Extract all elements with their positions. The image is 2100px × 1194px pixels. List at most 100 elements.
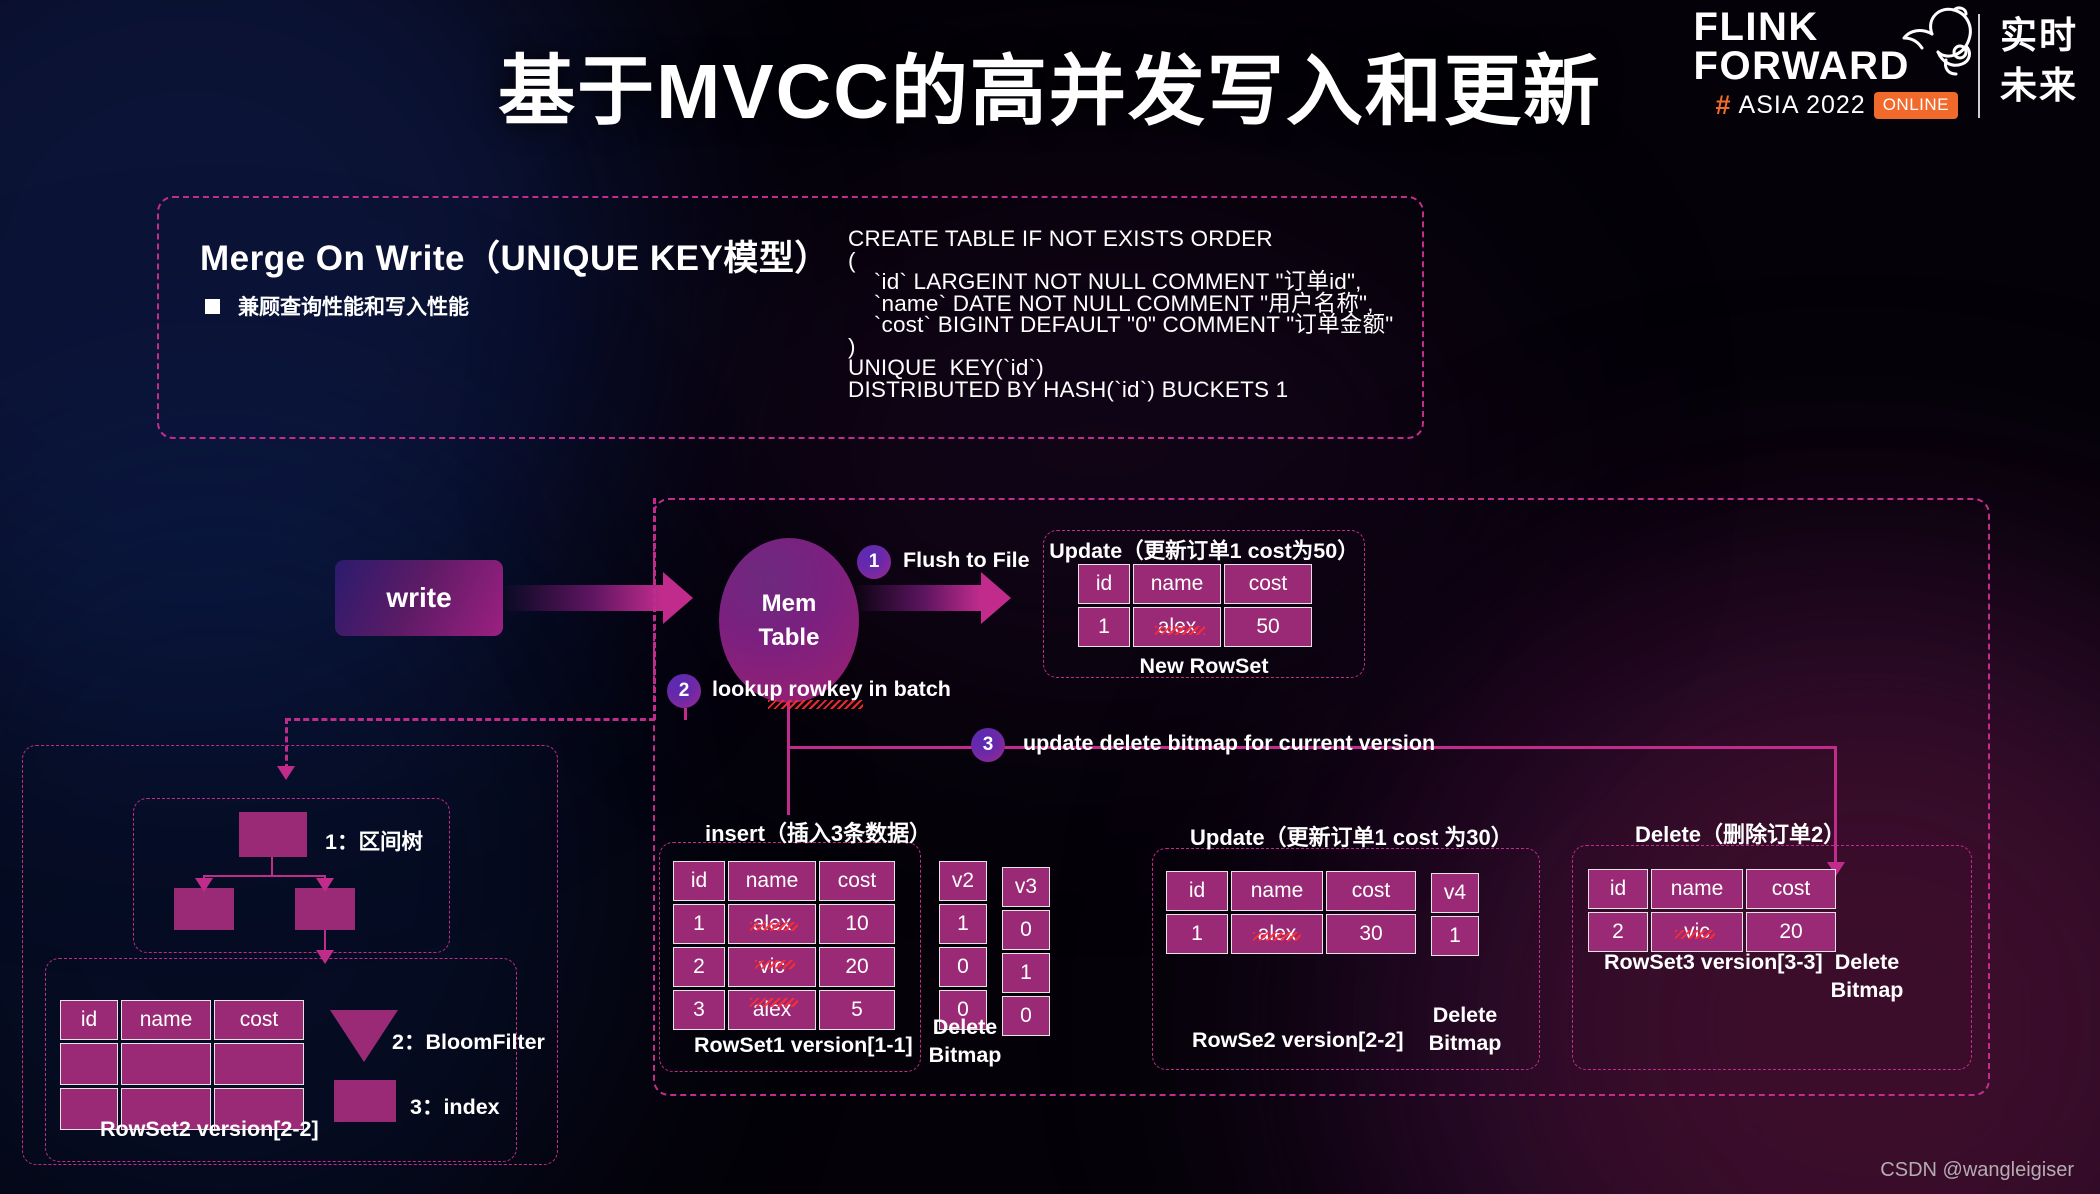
bullet-square-icon	[205, 298, 220, 314]
cell-name: alex	[728, 990, 816, 1030]
bitmap-header-row: v4	[1431, 873, 1479, 913]
update-bitmap-caption-line1: Delete	[1432, 1003, 1498, 1027]
cell-cost	[214, 1043, 304, 1085]
insert-bitmap-caption-line2: Bitmap	[928, 1043, 1002, 1067]
bitmap-cell: 0	[939, 947, 987, 987]
delete-section-title: Delete（删除订单2）	[1635, 822, 1846, 847]
bitmap-cell: 0	[1002, 910, 1050, 950]
bitmap-row: 0	[1002, 910, 1050, 950]
col-name: name	[121, 1000, 211, 1040]
logo-online-badge: ONLINE	[1873, 92, 1958, 119]
tree-right-arrow	[316, 878, 334, 892]
step-2-number: 2	[678, 680, 690, 701]
write-box: write	[335, 560, 503, 636]
cell-cost: 30	[1326, 914, 1416, 954]
step-2-label: lookup rowkey in batch	[712, 677, 951, 701]
spellcheck-squiggle-alex-newrowset	[1155, 626, 1205, 635]
step2-stub	[684, 708, 687, 720]
bitmap-version: v4	[1431, 873, 1479, 913]
col-name: name	[1231, 871, 1323, 911]
bloomfilter-legend-label: 2：BloomFilter	[392, 1030, 545, 1054]
create-table-sql: CREATE TABLE IF NOT EXISTS ORDER ( `id` …	[848, 226, 1394, 402]
lookup-arrow-head	[277, 766, 295, 780]
spellcheck-squiggle-vic-1	[755, 960, 795, 969]
rowset3-table: id name cost 2 vic 20	[1585, 866, 1839, 955]
mem-table-label-line2: Table	[758, 623, 820, 651]
insert-bitmap-v2: v2 1 0 0	[936, 858, 990, 1033]
delete-bitmap-caption-line2: Bitmap	[1830, 978, 1904, 1002]
insert-section-title: insert（插入3条数据）	[705, 821, 932, 846]
spellcheck-squiggle-alex-update	[1253, 932, 1301, 941]
spellcheck-squiggle-vic-delete	[1675, 930, 1715, 939]
bitmap-row: 1	[1431, 916, 1479, 956]
tree-branch-bar	[203, 875, 326, 877]
col-name: name	[728, 861, 816, 901]
new-rowset-table: id name cost 1 alex 50	[1075, 561, 1315, 650]
rowset2-table: id name cost	[57, 997, 307, 1133]
col-cost: cost	[1326, 871, 1416, 911]
bitmap-cell: 1	[939, 904, 987, 944]
col-id: id	[673, 861, 725, 901]
cell-cost: 10	[819, 904, 895, 944]
col-name: name	[1651, 869, 1743, 909]
new-rowset-caption: New RowSet	[1139, 654, 1269, 678]
bitmap-header-row: v2	[939, 861, 987, 901]
insert-bitmap-v3: v3 0 1 0	[999, 864, 1053, 1039]
merge-on-write-bullet: 兼顾查询性能和写入性能	[205, 291, 469, 321]
bitmap-header-row: v3	[1002, 867, 1050, 907]
col-id: id	[1166, 871, 1228, 911]
new-rowset-title: Update（更新订单1 cost为50）	[1049, 539, 1359, 563]
mem-table-label-line1: Mem	[761, 589, 817, 617]
insert-bitmap-caption-line1: Delete	[932, 1015, 998, 1039]
hash-icon: #	[1715, 90, 1731, 120]
step-1-number: 1	[868, 551, 880, 572]
update-bitmap-caption-line2: Bitmap	[1428, 1031, 1502, 1055]
step-3-badge: 3	[971, 728, 1005, 762]
cell-id: 1	[1078, 607, 1130, 647]
lookup-dashed-down	[285, 718, 288, 770]
cell-id: 1	[1166, 914, 1228, 954]
table-row: 3 alex 5	[673, 990, 895, 1030]
bloomfilter-icon	[330, 1010, 398, 1062]
write-label: write	[386, 582, 452, 613]
rowset1-caption: RowSet1 version[1-1]	[694, 1033, 913, 1057]
step-1-badge: 1	[857, 545, 891, 579]
col-name: name	[1133, 564, 1221, 604]
table-header-row: id name cost	[1588, 869, 1836, 909]
table-row	[60, 1043, 304, 1085]
lookup-dashed-vertical	[653, 498, 656, 720]
cell-id	[60, 1043, 118, 1085]
tree-right-node	[295, 888, 355, 930]
table-header-row: id name cost	[60, 1000, 304, 1040]
rowse2-caption: RowSe2 version[2-2]	[1192, 1028, 1404, 1052]
col-cost: cost	[1746, 869, 1836, 909]
flink-forward-logo: FLINK FORWARD # ASIA 2022 ONLINE 实时 未来	[1694, 6, 2078, 138]
col-id: id	[60, 1000, 118, 1040]
col-id: id	[1078, 564, 1130, 604]
lookup-dashed-horizontal	[285, 718, 655, 721]
table-header-row: id name cost	[673, 861, 895, 901]
col-cost: cost	[819, 861, 895, 901]
bitmap-version: v2	[939, 861, 987, 901]
col-cost: cost	[1224, 564, 1312, 604]
rowse2-table: id name cost 1 alex 30	[1163, 868, 1419, 957]
tree-left-node	[174, 888, 234, 930]
bitmap-cell: 1	[1002, 953, 1050, 993]
tree-root-stem	[271, 857, 273, 877]
cell-id: 2	[1588, 912, 1648, 952]
watermark: CSDN @wangleigiser	[1880, 1159, 2074, 1181]
logo-chinese-line2: 未来	[2000, 65, 2078, 106]
cell-cost: 50	[1224, 607, 1312, 647]
logo-event-text: ASIA 2022	[1738, 91, 1866, 119]
bitmap-version: v3	[1002, 867, 1050, 907]
bullet-label: 兼顾查询性能和写入性能	[238, 296, 469, 319]
cell-id: 3	[673, 990, 725, 1030]
tree-to-rowset-arrow	[316, 950, 334, 964]
step-2-badge: 2	[667, 674, 701, 708]
logo-chinese-line1: 实时	[2000, 15, 2078, 56]
step-1-label: Flush to File	[903, 548, 1030, 572]
update-bitmap-v4: v4 1	[1428, 870, 1482, 959]
rowset2-caption: RowSet2 version[2-2]	[100, 1117, 319, 1141]
write-arrow-head	[663, 572, 693, 624]
bitmap-row: 1	[1002, 953, 1050, 993]
